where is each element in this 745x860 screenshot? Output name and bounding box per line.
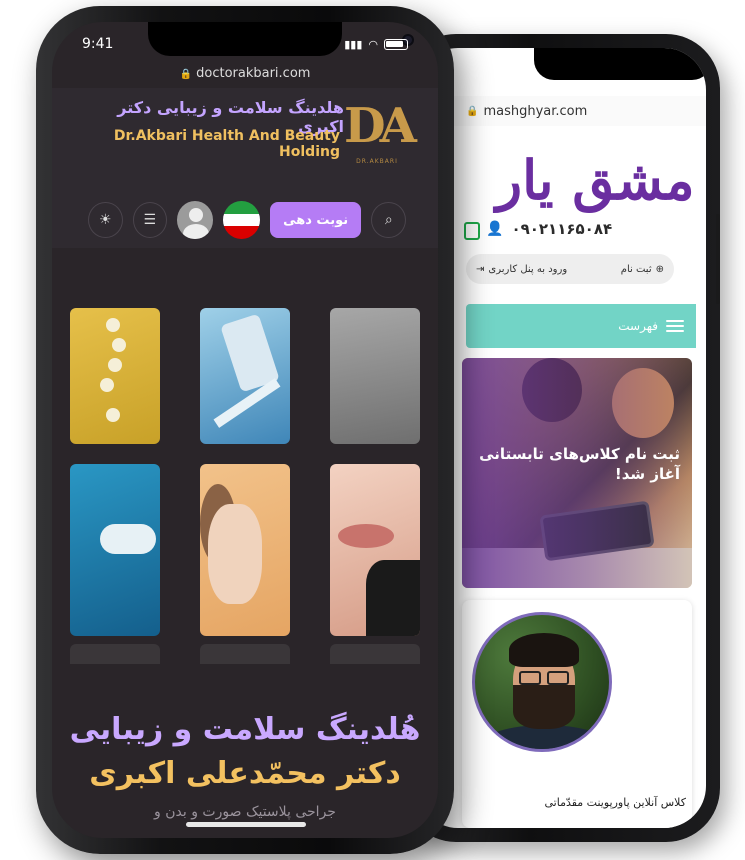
photo-shirt [481, 725, 609, 749]
image-face [208, 504, 262, 604]
url-text: mashghyar.com [483, 103, 588, 119]
image-pill [108, 358, 122, 372]
hero-description: جراحی پلاستیک صورت و بدن و [154, 804, 336, 820]
promo-banner[interactable]: ثبت نام کلاس‌های تابستانی آغاز شد! [462, 358, 692, 588]
course-title: کلاس آنلاین پاورپوینت مقدّماتی [544, 796, 686, 809]
address-bar[interactable]: 🔒 doctorakbari.com [52, 66, 438, 81]
instructor-photo [472, 612, 612, 752]
hamburger-icon: ☰ [143, 212, 157, 228]
battery-icon [384, 38, 408, 50]
menu-button[interactable]: ☰ [132, 202, 168, 238]
photo-hair [509, 633, 579, 667]
whatsapp-icon[interactable] [464, 222, 480, 240]
gallery-tile-partial [200, 644, 290, 664]
image-pill [100, 378, 114, 392]
photo-glasses [519, 671, 541, 685]
phone-number: ۰۹۰۲۱۱۶۵۰۸۴ [511, 220, 613, 238]
url-text: doctorakbari.com [196, 66, 311, 81]
gallery-tile[interactable] [200, 464, 290, 636]
lock-icon: 🔒 [179, 69, 192, 80]
side-button [716, 214, 720, 304]
course-card[interactable]: کلاس آنلاین پاورپوینت مقدّماتی [462, 600, 692, 828]
login-icon: ⇥ [476, 263, 485, 275]
iran-flag-icon[interactable] [223, 201, 260, 239]
status-time: 9:41 [82, 36, 114, 52]
back-phone-screen: ◠ 🔒 mashghyar.com مشق یار 👤 ۰۹۰۲۱۱۶۵۰۸۴ … [416, 48, 706, 828]
wifi-icon: ◠ [368, 37, 378, 51]
hero-title: هُلدینگ سلامت و زیبایی [69, 712, 421, 747]
photo-glasses [547, 671, 569, 685]
image-pill [106, 408, 120, 422]
gallery-tile[interactable] [70, 308, 160, 444]
signal-icon: ▮▮▮ [344, 37, 363, 51]
site-logo[interactable]: DA [344, 96, 417, 162]
lock-icon: 🔒 [466, 105, 479, 117]
address-bar[interactable]: 🔒 mashghyar.com [416, 96, 706, 126]
front-phone-screen: 9:41 ▮▮▮ ◠ 🔒 doctorakbari.com DA DR.AKBA… [52, 22, 438, 838]
image-glove [366, 560, 420, 636]
logo-subtitle: DR.AKBARI [356, 158, 398, 165]
image-glove [100, 524, 156, 554]
menu-label: فهرست [618, 319, 658, 333]
banner-text: ثبت نام کلاس‌های تابستانی آغاز شد! [479, 445, 680, 483]
login-link[interactable]: ⇥ ورود به پنل کاربری [476, 264, 567, 275]
search-icon: ⌕ [384, 212, 393, 228]
search-button[interactable]: ⌕ [371, 202, 406, 238]
gallery-tile[interactable] [330, 464, 420, 636]
site-logo[interactable]: مشق یار [496, 144, 699, 216]
menu-bar[interactable]: فهرست [466, 304, 696, 348]
gallery-tile[interactable] [200, 308, 290, 444]
notch [534, 48, 706, 80]
theme-toggle-button[interactable]: ☀ [88, 202, 123, 238]
status-bar: 9:41 ▮▮▮ ◠ [82, 36, 408, 52]
login-label: ورود به پنل کاربری [488, 263, 568, 275]
hero-subtitle: دکتر محمّدعلی اکبری [89, 756, 401, 791]
hamburger-icon [666, 320, 684, 332]
auth-bar: ⇥ ورود به پنل کاربری ثبت نام ⊕ [466, 254, 674, 284]
gallery-tile[interactable] [70, 464, 160, 636]
gallery-grid [70, 308, 420, 664]
sun-icon: ☀ [98, 212, 112, 228]
site-header: DA DR.AKBARI هلدینگ سلامت و زیبایی دکتر … [52, 88, 438, 248]
image-lips [338, 524, 394, 548]
contact-phone[interactable]: 👤 ۰۹۰۲۱۱۶۵۰۸۴ [486, 220, 612, 238]
mockup-stage: ◠ 🔒 mashghyar.com مشق یار 👤 ۰۹۰۲۱۱۶۵۰۸۴ … [0, 0, 745, 860]
gallery-tile[interactable] [330, 308, 420, 444]
user-icon: 👤 [486, 221, 504, 237]
register-label: ثبت نام [620, 263, 652, 275]
image-pill [112, 338, 126, 352]
gallery-tile-partial [70, 644, 160, 664]
photo-beard [513, 685, 575, 729]
header-toolbar: ☀ ☰ نوبت دهی ⌕ [88, 198, 406, 242]
register-link[interactable]: ثبت نام ⊕ [621, 264, 664, 275]
brand-name-en: Dr.Akbari Health And Beauty Holding [113, 128, 340, 160]
home-indicator[interactable] [186, 822, 306, 827]
appointment-button[interactable]: نوبت دهی [269, 202, 362, 238]
front-phone: 9:41 ▮▮▮ ◠ 🔒 doctorakbari.com DA DR.AKBA… [36, 6, 454, 854]
add-user-icon: ⊕ [655, 263, 664, 275]
user-avatar-button[interactable] [177, 201, 214, 239]
image-pill [106, 318, 120, 332]
gallery-tile-partial [330, 644, 420, 664]
